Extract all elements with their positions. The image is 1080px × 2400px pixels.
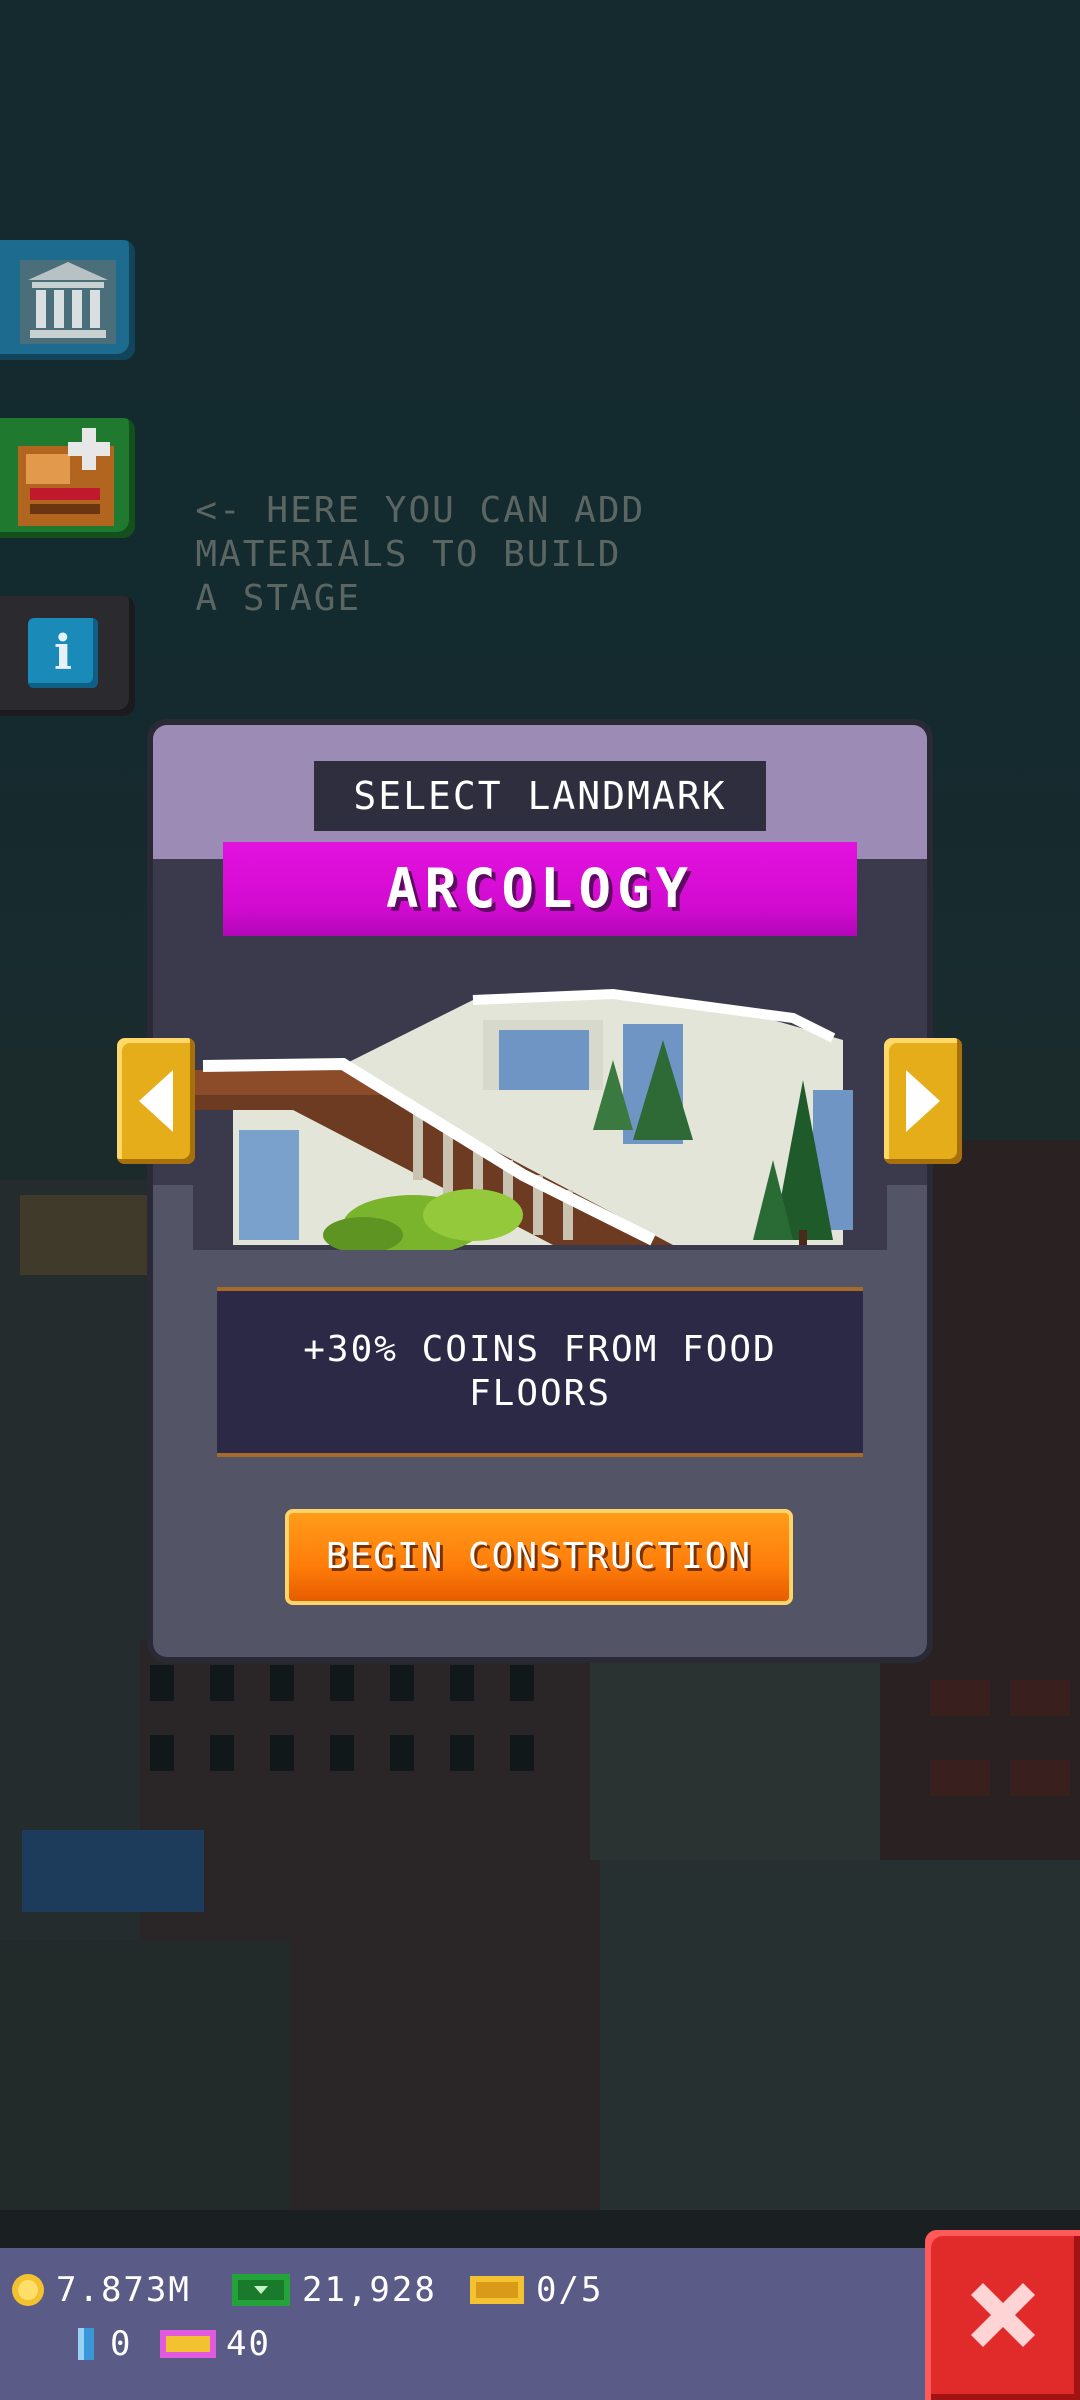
info-button[interactable]: i bbox=[0, 596, 135, 716]
add-materials-button[interactable] bbox=[0, 418, 135, 538]
ticket-icon bbox=[470, 2276, 524, 2304]
background-window bbox=[270, 1665, 294, 1701]
vip-value: 40 bbox=[226, 2324, 271, 2364]
background-window bbox=[330, 1735, 354, 1771]
background-window bbox=[330, 1665, 354, 1701]
background-window bbox=[270, 1735, 294, 1771]
landmark-bonus: +30% COINS FROM FOOD FLOORS bbox=[217, 1287, 863, 1457]
background-billboard-food bbox=[20, 1195, 160, 1275]
hint-arrow: <- bbox=[195, 490, 243, 531]
coin-icon bbox=[12, 2274, 44, 2306]
close-icon bbox=[970, 2283, 1035, 2347]
vip-ticket-icon bbox=[160, 2330, 216, 2358]
bottom-divider bbox=[0, 2210, 1080, 2250]
background-window bbox=[510, 1665, 534, 1701]
landmark-icon bbox=[20, 260, 116, 344]
background-building-bottom-left bbox=[0, 1940, 290, 2210]
background-window bbox=[930, 1680, 990, 1716]
background-billboard-ad bbox=[22, 1830, 204, 1912]
background-window bbox=[210, 1735, 234, 1771]
background-building-grey bbox=[590, 1660, 880, 1860]
background-window bbox=[390, 1665, 414, 1701]
bux-value: 21,928 bbox=[302, 2270, 437, 2310]
coins-value: 7.873M bbox=[56, 2270, 191, 2310]
bux-icon bbox=[232, 2274, 290, 2306]
landmark-image bbox=[189, 960, 887, 1255]
arrow-left-icon bbox=[139, 1070, 173, 1132]
landmark-button[interactable] bbox=[0, 240, 135, 360]
tickets-value: 0/5 bbox=[536, 2270, 604, 2310]
arrow-right-icon bbox=[906, 1070, 940, 1132]
select-landmark-dialog: SELECT LANDMARK ARCOLOGY +30% COINS FROM… bbox=[153, 725, 927, 1657]
materials-hint: <- HERE YOU CAN ADD MATERIALS TO BUILD A… bbox=[148, 445, 645, 621]
gem-icon bbox=[78, 2328, 94, 2360]
next-landmark-button[interactable] bbox=[884, 1038, 962, 1164]
background-building-bottom-right bbox=[600, 1860, 1080, 2210]
close-button[interactable] bbox=[925, 2230, 1080, 2400]
background-window bbox=[390, 1735, 414, 1771]
background-window bbox=[450, 1735, 474, 1771]
background-window bbox=[1010, 1680, 1070, 1716]
background-window bbox=[150, 1665, 174, 1701]
background-window bbox=[150, 1735, 174, 1771]
add-materials-icon bbox=[18, 428, 114, 526]
currency-bar: 7.873M 21,928 0/5 0 40 bbox=[0, 2248, 925, 2400]
previous-landmark-button[interactable] bbox=[117, 1038, 195, 1164]
dialog-title: SELECT LANDMARK bbox=[314, 761, 766, 831]
background-window bbox=[450, 1665, 474, 1701]
background-window bbox=[1010, 1760, 1070, 1796]
background-window bbox=[930, 1760, 990, 1796]
landmark-bonus-text: +30% COINS FROM FOOD FLOORS bbox=[303, 1329, 777, 1414]
landmark-name: ARCOLOGY bbox=[223, 842, 857, 936]
background-window bbox=[510, 1735, 534, 1771]
background-window bbox=[210, 1665, 234, 1701]
info-icon: i bbox=[28, 618, 98, 688]
begin-construction-button[interactable]: BEGIN CONSTRUCTION bbox=[285, 1509, 793, 1605]
gems-value: 0 bbox=[110, 2324, 133, 2364]
